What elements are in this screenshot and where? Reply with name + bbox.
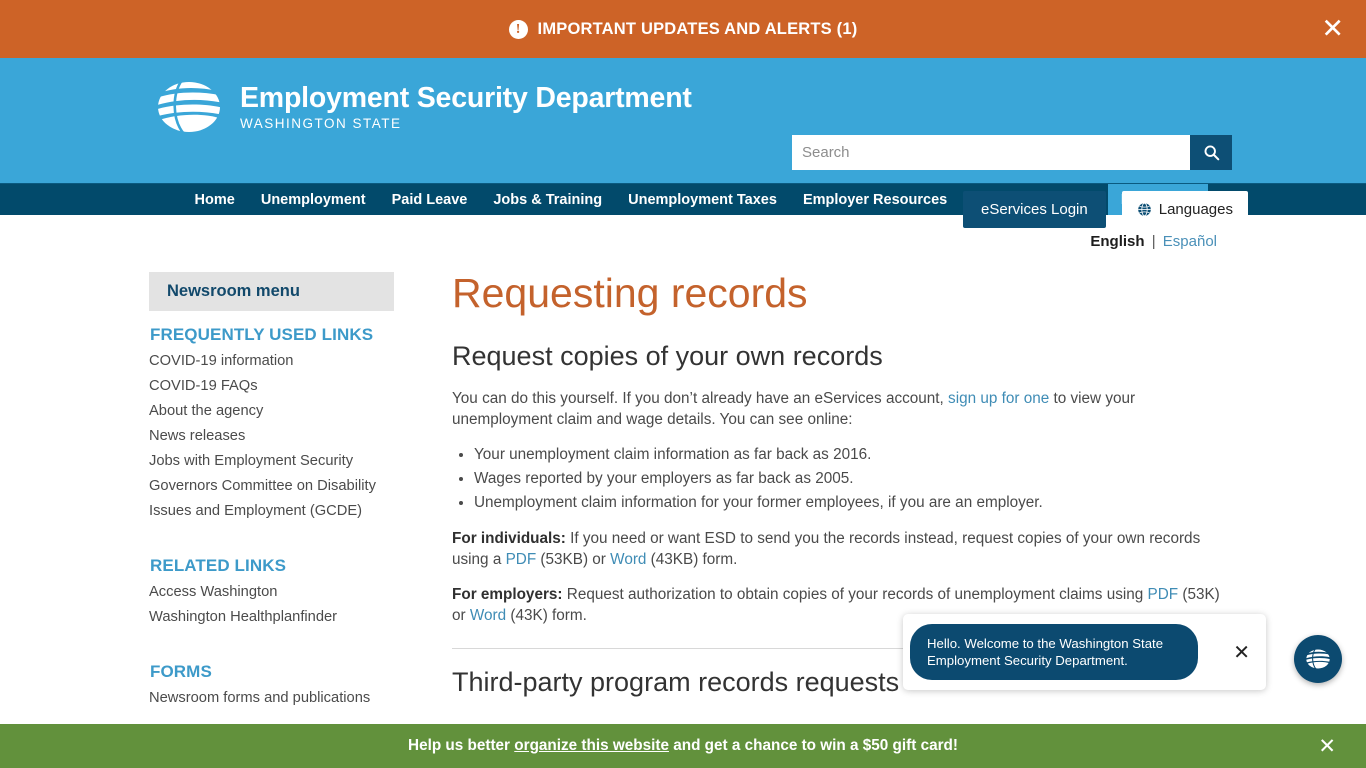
sidebar-link[interactable]: Governors Committee on Disability Issues… — [149, 474, 394, 524]
for-employers-label: For employers: — [452, 586, 563, 604]
individuals-pdf-link[interactable]: PDF — [506, 551, 537, 568]
sidebar-link[interactable]: Access Washington — [149, 580, 394, 605]
employers-pdf-link[interactable]: PDF — [1148, 586, 1179, 603]
survey-text-after: and get a chance to win a $50 gift card! — [668, 737, 958, 754]
intro-text-a: You can do this yourself. If you don’t a… — [452, 390, 949, 408]
newsroom-sidebar: Newsroom menu FREQUENTLY USED LINKS COVID… — [149, 272, 394, 714]
search-input[interactable] — [792, 135, 1190, 170]
individuals-text-b: (53KB) or — [536, 551, 611, 569]
employers-text-a: Request authorization to obtain copies o… — [562, 586, 1148, 604]
alert-label: IMPORTANT UPDATES AND ALERTS (1) — [537, 19, 858, 38]
sidebar-group-title: RELATED LINKS — [150, 556, 287, 575]
languages-label: Languages — [1158, 201, 1233, 218]
employers-word-link[interactable]: Word — [470, 607, 506, 624]
search-button[interactable] — [1190, 135, 1232, 170]
individuals-text-c: (43KB) form. — [646, 551, 738, 569]
survey-text-before: Help us better — [408, 737, 515, 754]
employers-text-c: (43K) form. — [506, 607, 587, 625]
nav-item-employer-resources[interactable]: Employer Resources — [790, 184, 960, 215]
for-individuals-label: For individuals: — [452, 530, 566, 548]
sidebar-link[interactable]: Newsroom forms and publications — [149, 686, 394, 711]
sidebar-groups: FREQUENTLY USED LINKS COVID-19 informatio… — [149, 325, 394, 711]
section-heading-own-records: Request copies of your own records — [452, 341, 883, 372]
sidebar-link[interactable]: News releases — [149, 424, 394, 449]
language-separator: | — [1151, 233, 1156, 250]
search-bar — [792, 135, 1232, 170]
logo-title: Employment Security Department — [240, 81, 692, 114]
sidebar-link[interactable]: COVID-19 information — [149, 349, 394, 374]
esd-chat-logo-icon — [1306, 648, 1330, 670]
chat-message-bubble: Hello. Welcome to the Washington State E… — [910, 624, 1198, 680]
online-records-list: Your unemployment claim information as f… — [474, 444, 1236, 514]
sidebar-menu-title: Newsroom menu — [149, 272, 394, 311]
list-item: Unemployment claim information for your … — [474, 492, 1236, 514]
close-icon[interactable]: ✕ — [1233, 640, 1250, 664]
page-title: Requesting records — [452, 270, 808, 316]
site-header: Employment Security Department WASHINGTO… — [0, 58, 1366, 228]
logo-subtitle: WASHINGTON STATE — [240, 116, 402, 131]
logo-text-block: Employment Security Department WASHINGTO… — [240, 81, 692, 131]
sidebar-group-spacer — [149, 524, 394, 542]
language-current: English — [1090, 233, 1145, 250]
survey-banner-text: Help us better organize this website and… — [408, 737, 958, 755]
globe-icon — [1137, 202, 1151, 217]
sidebar-link[interactable]: Jobs with Employment Security — [149, 449, 394, 474]
sidebar-link[interactable]: COVID-19 FAQs — [149, 374, 394, 399]
languages-button[interactable]: Languages — [1121, 191, 1248, 228]
sidebar-link[interactable]: About the agency — [149, 399, 394, 424]
survey-banner: Help us better organize this website and… — [0, 724, 1366, 768]
organize-website-link[interactable]: organize this website — [514, 737, 669, 754]
language-spanish-link[interactable]: Español — [1163, 233, 1217, 250]
sidebar-link[interactable]: Washington Healthplanfinder — [149, 605, 394, 630]
sign-up-link[interactable]: sign up for one — [948, 390, 1049, 407]
exclamation-circle-icon: ! — [508, 19, 528, 39]
esd-globe-logo-icon — [158, 79, 220, 135]
nav-item-unemployment[interactable]: Unemployment — [248, 184, 379, 215]
header-actions: eServices Login Languages — [963, 191, 1248, 228]
chat-greeting-panel: Hello. Welcome to the Washington State E… — [903, 614, 1266, 690]
list-item: Your unemployment claim information as f… — [474, 444, 1236, 466]
close-icon[interactable]: ✕ — [1321, 16, 1344, 43]
chat-launcher-button[interactable] — [1294, 635, 1342, 683]
search-icon — [1204, 145, 1219, 161]
nav-item-paid-leave[interactable]: Paid Leave — [379, 184, 481, 215]
sidebar-group-title: FREQUENTLY USED LINKS — [150, 325, 374, 344]
individuals-word-link[interactable]: Word — [610, 551, 646, 568]
sidebar-group-title: FORMS — [150, 662, 212, 681]
sidebar-group-spacer — [149, 630, 394, 648]
nav-item-home[interactable]: Home — [182, 184, 248, 215]
nav-item-unemployment-taxes[interactable]: Unemployment Taxes — [615, 184, 790, 215]
close-icon[interactable]: ✕ — [1318, 734, 1336, 758]
eservices-login-button[interactable]: eServices Login — [963, 191, 1106, 228]
intro-paragraph: You can do this yourself. If you don’t a… — [452, 388, 1236, 430]
for-individuals-paragraph: For individuals: If you need or want ESD… — [452, 528, 1236, 570]
important-alerts-bar[interactable]: ! IMPORTANT UPDATES AND ALERTS (1) ✕ — [0, 0, 1366, 58]
site-logo[interactable]: Employment Security Department WASHINGTO… — [152, 78, 692, 136]
alert-content: ! IMPORTANT UPDATES AND ALERTS (1) — [508, 19, 858, 39]
list-item: Wages reported by your employers as far … — [474, 468, 1236, 490]
nav-item-jobs-training[interactable]: Jobs & Training — [480, 184, 615, 215]
